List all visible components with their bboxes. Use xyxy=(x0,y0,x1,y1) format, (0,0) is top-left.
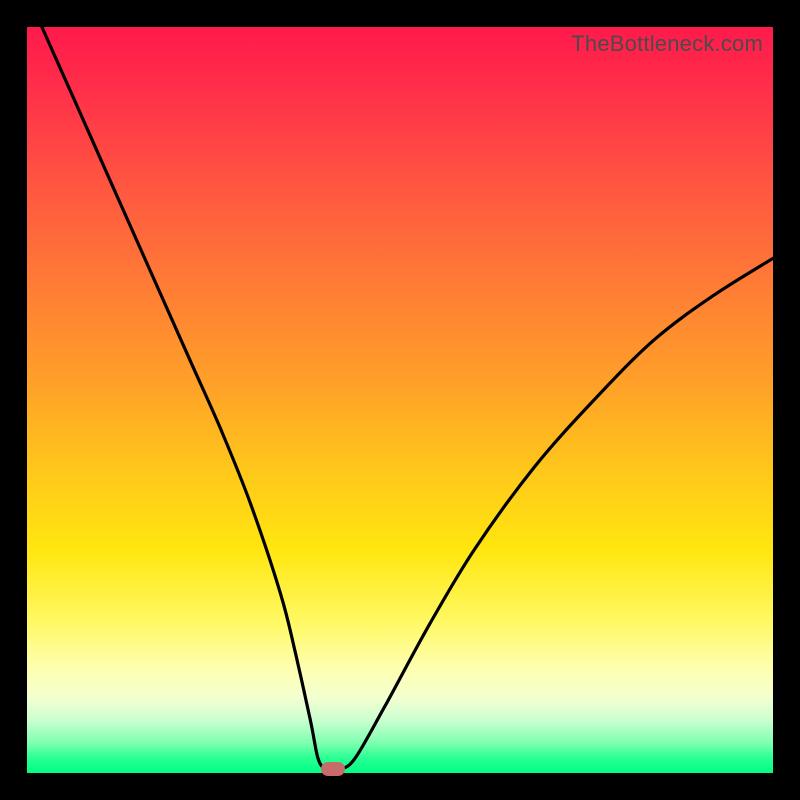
chart-frame: TheBottleneck.com xyxy=(0,0,800,800)
plot-area: TheBottleneck.com xyxy=(27,27,773,773)
optimal-point-marker xyxy=(321,762,345,776)
bottleneck-curve xyxy=(27,27,773,773)
